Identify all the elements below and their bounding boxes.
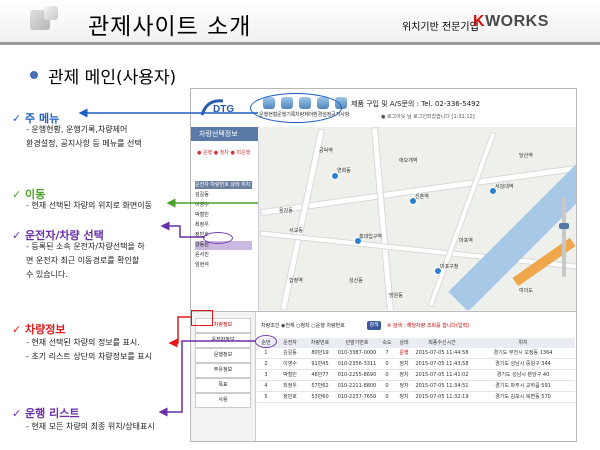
arrow-drive-list xyxy=(158,340,256,417)
annotation-arrows xyxy=(78,108,258,417)
arrow-driver-select xyxy=(160,221,205,238)
arrow-vehicle-info xyxy=(168,316,192,348)
